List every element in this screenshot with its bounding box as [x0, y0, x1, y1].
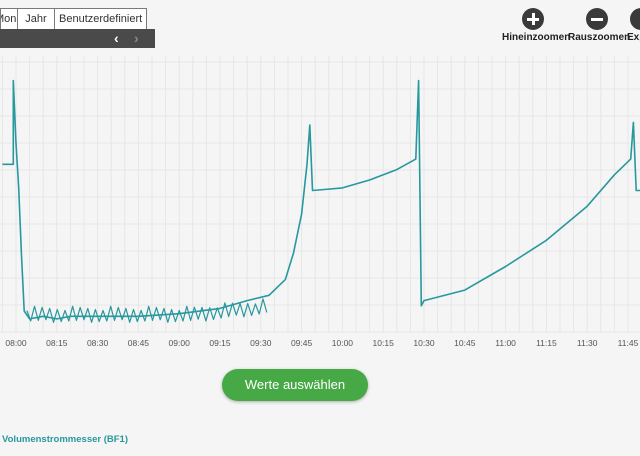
- x-tick-label: 10:45: [454, 338, 476, 348]
- tab-custom[interactable]: Benutzerdefiniert: [55, 9, 146, 29]
- x-tick-label: 10:00: [332, 338, 354, 348]
- x-tick-label: 09:45: [291, 338, 313, 348]
- plus-circle-icon: [522, 8, 544, 30]
- chevron-right-icon[interactable]: ›: [134, 29, 139, 48]
- minus-circle-icon: [586, 8, 608, 30]
- x-tick-label: 09:30: [250, 338, 272, 348]
- x-tick-label: 11:15: [536, 338, 557, 348]
- select-values-button[interactable]: Werte auswählen: [222, 369, 368, 401]
- x-tick-label: 08:45: [128, 338, 150, 348]
- zoom-in-label: Hineinzoomen: [502, 32, 571, 43]
- x-tick-label: 11:00: [495, 338, 516, 348]
- legend-label: Volumenstrommesser (BF1): [2, 434, 128, 445]
- x-tick-label: 10:30: [413, 338, 435, 348]
- zoom-in-button[interactable]: Hineinzoomen: [502, 8, 570, 43]
- tab-month[interactable]: Monat: [1, 9, 18, 29]
- x-tick-label: 09:15: [209, 338, 231, 348]
- export-label: Export: [627, 32, 640, 43]
- x-tick-label: 08:00: [5, 338, 27, 348]
- zoom-out-button[interactable]: Rauszoomen: [568, 8, 630, 43]
- series-line-oscillation: [26, 298, 268, 323]
- export-icon: [630, 8, 640, 30]
- x-tick-label: 10:15: [373, 338, 395, 348]
- tab-year[interactable]: Jahr: [18, 9, 55, 29]
- x-tick-label: 08:15: [46, 338, 68, 348]
- x-tick-label: 08:30: [87, 338, 109, 348]
- range-navigation: ‹ ›: [0, 29, 155, 48]
- range-tabs: Monat Jahr Benutzerdefiniert: [0, 8, 148, 29]
- x-tick-label: 11:30: [577, 338, 598, 348]
- chevron-left-icon[interactable]: ‹: [114, 29, 119, 48]
- zoom-out-label: Rauszoomen: [568, 32, 631, 43]
- x-tick-label: 09:00: [169, 338, 191, 348]
- x-tick-label: 11:45: [618, 338, 639, 348]
- export-button[interactable]: Export: [627, 8, 640, 43]
- line-chart: 08:00 08:15 08:30 08:45 09:00 09:15 09:30 09:45…: [0, 56, 640, 348]
